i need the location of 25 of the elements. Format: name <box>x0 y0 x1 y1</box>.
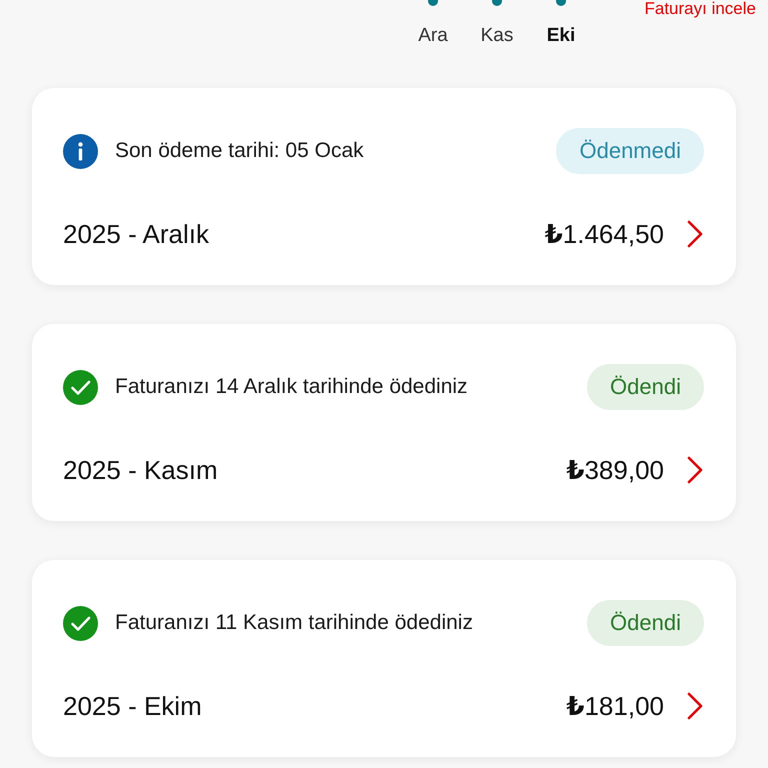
status-badge: Ödenmedi <box>556 128 704 174</box>
status-note: Faturanızı 11 Kasım tarihinde ödediniz <box>115 610 474 636</box>
month-label[interactable]: Kas <box>480 25 514 47</box>
month-label[interactable]: Ara <box>418 25 448 47</box>
status-note: Faturanızı 14 Aralık tarihinde ödediniz <box>115 374 469 400</box>
invoice-link[interactable]: Faturayı incele <box>644 0 756 18</box>
status-note: Son ödeme tarihi: 05 Ocak <box>115 138 365 164</box>
bill-card[interactable]: Faturanızı 14 Aralık tarihinde ödediniz Ödendi 2025 - Kasım ₺389,00 <box>32 324 736 521</box>
bill-period: 2025 - Kasım <box>63 455 219 485</box>
month-label[interactable]: Eki <box>546 25 576 47</box>
bill-amount: ₺389,00 <box>566 455 664 485</box>
status-badge: Ödendi <box>587 364 704 410</box>
bill-period: 2025 - Ekim <box>63 691 203 721</box>
check-icon <box>63 370 98 404</box>
bill-period: 2025 - Aralık <box>63 219 210 249</box>
status-badge: Ödendi <box>587 600 704 646</box>
chevron-right-icon <box>686 456 704 484</box>
chevron-right-icon <box>686 220 704 248</box>
bill-amount: ₺181,00 <box>566 691 664 721</box>
bill-card[interactable]: Faturanızı 11 Kasım tarihinde ödediniz Ödendi 2025 - Ekim ₺181,00 <box>32 560 736 757</box>
chevron-right-icon <box>686 692 704 720</box>
check-icon <box>63 606 98 640</box>
info-icon <box>63 134 98 168</box>
bill-card[interactable]: Son ödeme tarihi: 05 Ocak Ödenmedi 2025 - Aralık ₺1.464,50 <box>32 88 736 285</box>
bill-amount: ₺1.464,50 <box>544 219 664 249</box>
